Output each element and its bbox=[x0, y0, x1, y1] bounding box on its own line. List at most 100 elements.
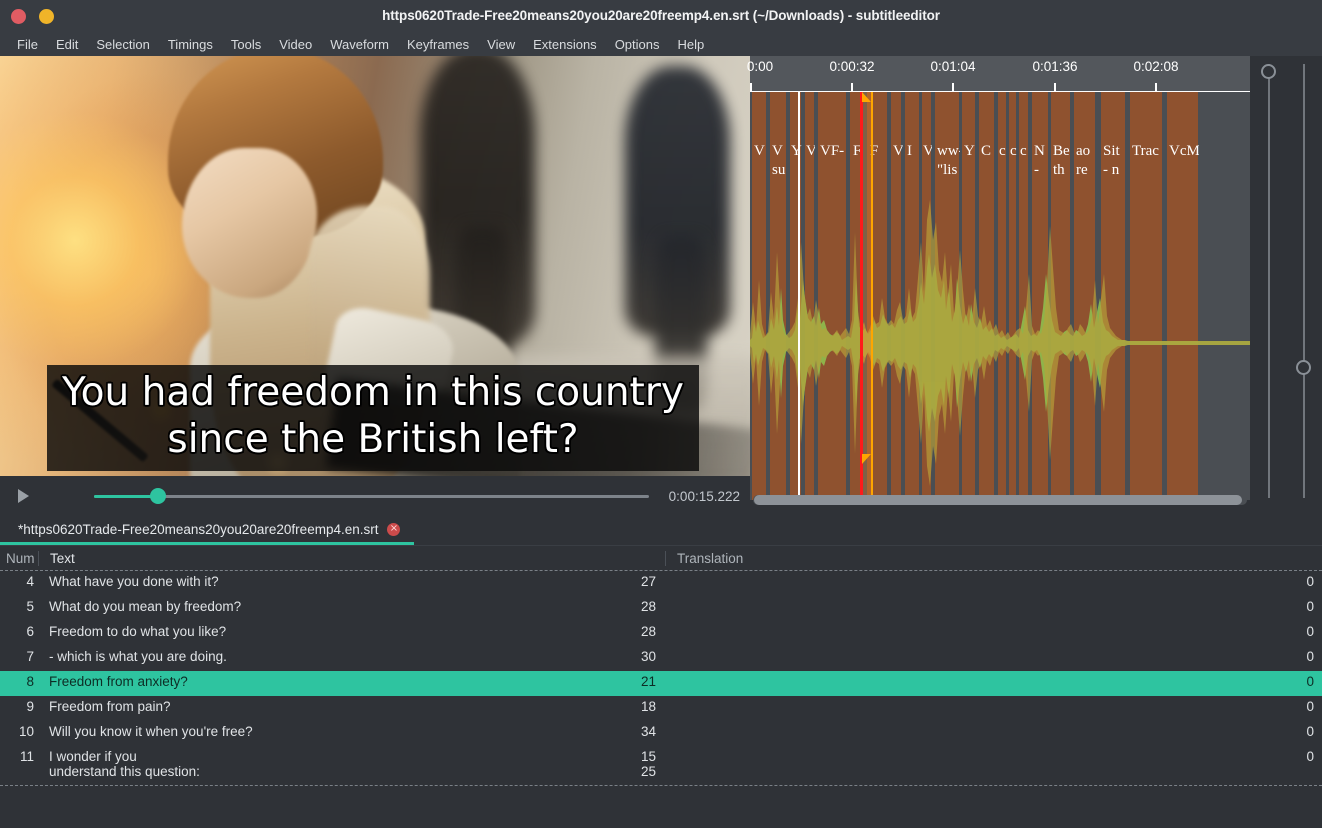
column-header-text[interactable]: Text bbox=[38, 550, 665, 566]
row-text-cell[interactable]: I wonder if you understand this question… bbox=[38, 746, 665, 779]
row-num: 8 bbox=[26, 674, 34, 689]
timeline-ruler[interactable]: 0:00 0:00:32 0:01:04 0:01:36 0:02:08 bbox=[747, 56, 1250, 92]
ruler-label-2: 0:01:04 bbox=[930, 59, 976, 74]
playhead-marker[interactable] bbox=[860, 92, 863, 500]
waveform-scale-slider[interactable] bbox=[1295, 64, 1313, 498]
menu-edit[interactable]: Edit bbox=[47, 35, 87, 54]
table-row[interactable]: 4 What have you done with it? 27 0 bbox=[0, 571, 1322, 596]
document-tabs: *https0620Trade-Free20means20you20are20f… bbox=[0, 516, 1322, 546]
row-char-count: 34 bbox=[640, 724, 656, 739]
playhead-bottom-arrow bbox=[862, 454, 871, 464]
window-title: https0620Trade-Free20means20you20are20fr… bbox=[382, 8, 940, 23]
row-translation-cell[interactable]: 0 bbox=[665, 721, 1322, 739]
row-translation-count: 0 bbox=[1306, 724, 1314, 739]
close-window-button[interactable] bbox=[11, 8, 26, 24]
column-header-translation[interactable]: Translation bbox=[665, 550, 1322, 566]
menu-view[interactable]: View bbox=[478, 35, 524, 54]
video-preview[interactable]: You had freedom in this country since th… bbox=[0, 56, 750, 476]
row-translation-cell[interactable]: 0 bbox=[665, 571, 1322, 589]
minimize-window-button[interactable] bbox=[39, 8, 54, 24]
play-button[interactable] bbox=[10, 483, 36, 509]
row-text: Freedom from pain? bbox=[49, 699, 171, 714]
row-text: - which is what you are doing. bbox=[49, 649, 227, 664]
menu-keyframes[interactable]: Keyframes bbox=[398, 35, 478, 54]
row-translation-cell[interactable]: 0 bbox=[665, 621, 1322, 639]
row-translation-cell[interactable]: 0 bbox=[665, 596, 1322, 614]
table-row-selected[interactable]: 8 Freedom from anxiety? 21 0 bbox=[0, 671, 1322, 696]
seek-slider[interactable] bbox=[46, 483, 659, 509]
close-icon[interactable]: × bbox=[387, 522, 401, 536]
row-translation-cell[interactable]: 0 bbox=[665, 746, 1322, 764]
menu-file[interactable]: File bbox=[8, 35, 47, 54]
window-controls bbox=[0, 8, 54, 24]
subject-face bbox=[182, 148, 317, 298]
table-row[interactable]: 11 I wonder if you understand this quest… bbox=[0, 746, 1322, 786]
menu-tools[interactable]: Tools bbox=[222, 35, 270, 54]
waveform-hscroll-thumb[interactable] bbox=[754, 495, 1242, 505]
play-icon bbox=[17, 489, 29, 503]
row-translation-count: 0 bbox=[1306, 624, 1314, 639]
waveform-main[interactable]: 0:00 0:00:32 0:01:04 0:01:36 0:02:08 V V… bbox=[747, 56, 1250, 516]
row-num: 4 bbox=[26, 574, 34, 589]
row-text: I wonder if you understand this question… bbox=[49, 749, 200, 779]
waveform-scale-track bbox=[1303, 64, 1305, 498]
row-text-cell[interactable]: What have you done with it? 27 bbox=[38, 571, 665, 589]
row-text: What have you done with it? bbox=[49, 574, 219, 589]
menu-waveform[interactable]: Waveform bbox=[321, 35, 398, 54]
segment-end-marker[interactable] bbox=[871, 92, 873, 500]
row-num: 6 bbox=[26, 624, 34, 639]
row-text-cell[interactable]: - which is what you are doing. 30 bbox=[38, 646, 665, 664]
row-translation-count: 0 bbox=[1306, 699, 1314, 714]
row-num: 7 bbox=[26, 649, 34, 664]
menu-bar: File Edit Selection Timings Tools Video … bbox=[0, 32, 1322, 56]
waveform-cursor[interactable] bbox=[798, 92, 800, 500]
menu-help[interactable]: Help bbox=[669, 35, 714, 54]
subtitle-editor-window: https0620Trade-Free20means20you20are20fr… bbox=[0, 0, 1322, 828]
row-translation-count: 0 bbox=[1306, 649, 1314, 664]
waveform-hscrollbar[interactable] bbox=[750, 492, 1250, 508]
menu-timings[interactable]: Timings bbox=[159, 35, 222, 54]
row-num: 5 bbox=[26, 599, 34, 614]
row-text-cell[interactable]: What do you mean by freedom? 28 bbox=[38, 596, 665, 614]
waveform-side-sliders bbox=[1250, 56, 1322, 516]
table-row[interactable]: 10 Will you know it when you're free? 34… bbox=[0, 721, 1322, 746]
table-row[interactable]: 5 What do you mean by freedom? 28 0 bbox=[0, 596, 1322, 621]
row-char-count: 30 bbox=[640, 649, 656, 664]
row-translation-cell[interactable]: 0 bbox=[665, 646, 1322, 664]
seek-handle[interactable] bbox=[150, 488, 166, 504]
waveform-zoom-slider[interactable] bbox=[1260, 64, 1278, 498]
row-char-count: 27 bbox=[640, 574, 656, 589]
row-text-cell[interactable]: Freedom from pain? 18 bbox=[38, 696, 665, 714]
waveform-zoom-handle[interactable] bbox=[1261, 64, 1276, 79]
row-translation-cell[interactable]: 0 bbox=[665, 671, 1322, 689]
row-translation-cell[interactable]: 0 bbox=[665, 696, 1322, 714]
row-text-cell[interactable]: Will you know it when you're free? 34 bbox=[38, 721, 665, 739]
row-text-cell[interactable]: Freedom from anxiety? 21 bbox=[38, 671, 665, 689]
menu-video[interactable]: Video bbox=[270, 35, 321, 54]
row-text: What do you mean by freedom? bbox=[49, 599, 242, 614]
seek-progress bbox=[94, 494, 156, 498]
menu-extensions[interactable]: Extensions bbox=[524, 35, 606, 54]
waveform-canvas[interactable]: V V su Yc V VF- F F V I V ww- "lis Y C c… bbox=[750, 92, 1250, 500]
row-char-count: 28 bbox=[640, 599, 656, 614]
waveform-panel: 0:00 0:00:32 0:01:04 0:01:36 0:02:08 V V… bbox=[747, 56, 1322, 516]
waveform-scale-handle[interactable] bbox=[1296, 360, 1311, 375]
row-translation-count: 0 bbox=[1306, 599, 1314, 614]
table-row[interactable]: 6 Freedom to do what you like? 28 0 bbox=[0, 621, 1322, 646]
ruler-label-1: 0:00:32 bbox=[829, 59, 875, 74]
document-tab-label: *https0620Trade-Free20means20you20are20f… bbox=[18, 521, 379, 537]
row-text: Will you know it when you're free? bbox=[49, 724, 253, 739]
column-header-num[interactable]: Num bbox=[0, 551, 38, 566]
table-row[interactable]: 9 Freedom from pain? 18 0 bbox=[0, 696, 1322, 721]
waveform-zoom-track bbox=[1268, 64, 1270, 498]
document-tab[interactable]: *https0620Trade-Free20means20you20are20f… bbox=[0, 516, 415, 545]
row-text: Freedom from anxiety? bbox=[49, 674, 188, 689]
ruler-label-3: 0:01:36 bbox=[1032, 59, 1078, 74]
row-text: Freedom to do what you like? bbox=[49, 624, 227, 639]
menu-options[interactable]: Options bbox=[606, 35, 669, 54]
menu-selection[interactable]: Selection bbox=[87, 35, 158, 54]
subtitle-table: Num Text Translation 4 What have you don… bbox=[0, 546, 1322, 828]
row-text-cell[interactable]: Freedom to do what you like? 28 bbox=[38, 621, 665, 639]
table-row[interactable]: 7 - which is what you are doing. 30 0 bbox=[0, 646, 1322, 671]
row-translation-count: 0 bbox=[1306, 674, 1314, 689]
